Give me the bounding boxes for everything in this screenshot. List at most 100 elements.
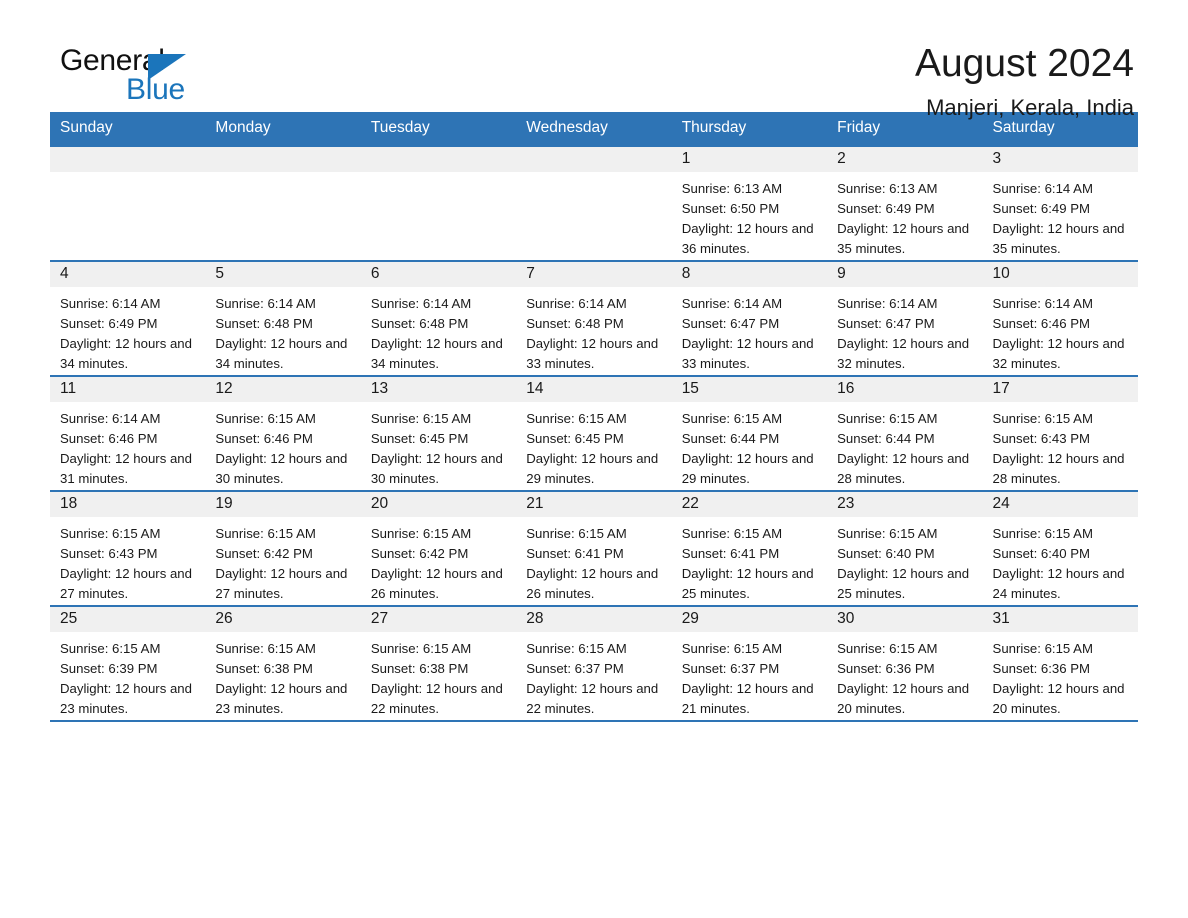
sunrise-text: Sunrise: 6:15 AM xyxy=(370,526,472,541)
week-row: 1 Sunrise: 6:13 AM Sunset: 6:50 PM Dayli… xyxy=(50,145,1138,261)
sunset-text: Sunset: 6:40 PM xyxy=(837,546,935,561)
day-cell[interactable]: 18 Sunrise: 6:15 AM Sunset: 6:43 PM Dayl… xyxy=(50,490,206,606)
sunset-text: Sunset: 6:48 PM xyxy=(215,316,313,331)
day-cell[interactable]: 9 Sunrise: 6:14 AM Sunset: 6:47 PM Dayli… xyxy=(827,260,983,376)
day-cell[interactable]: 17 Sunrise: 6:15 AM Sunset: 6:43 PM Dayl… xyxy=(982,375,1138,491)
sunrise-sunset-calendar: Sunday Monday Tuesday Wednesday Thursday… xyxy=(50,112,1138,722)
weekday-header-monday: Monday xyxy=(205,112,361,146)
day-cell[interactable] xyxy=(50,145,206,261)
day-cell[interactable]: 30 Sunrise: 6:15 AM Sunset: 6:36 PM Dayl… xyxy=(827,605,983,722)
sunset-text: Sunset: 6:37 PM xyxy=(526,661,624,676)
day-cell[interactable]: 12 Sunrise: 6:15 AM Sunset: 6:46 PM Dayl… xyxy=(205,375,361,491)
day-cell[interactable]: 15 Sunrise: 6:15 AM Sunset: 6:44 PM Dayl… xyxy=(671,375,828,491)
day-number: 13 xyxy=(360,377,517,402)
day-cell[interactable]: 8 Sunrise: 6:14 AM Sunset: 6:47 PM Dayli… xyxy=(671,260,828,376)
day-cell[interactable]: 31 Sunrise: 6:15 AM Sunset: 6:36 PM Dayl… xyxy=(982,605,1138,722)
daylight-text: Daylight: 12 hours and 30 minutes. xyxy=(215,451,348,486)
sunset-text: Sunset: 6:46 PM xyxy=(60,431,158,446)
day-number: 8 xyxy=(671,262,828,287)
day-details: Sunrise: 6:15 AM Sunset: 6:44 PM Dayligh… xyxy=(827,402,982,489)
day-cell[interactable]: 13 Sunrise: 6:15 AM Sunset: 6:45 PM Dayl… xyxy=(360,375,517,491)
daylight-text: Daylight: 12 hours and 34 minutes. xyxy=(370,336,503,371)
weekday-header-tuesday: Tuesday xyxy=(360,112,517,146)
day-details: Sunrise: 6:15 AM Sunset: 6:40 PM Dayligh… xyxy=(983,517,1138,604)
day-number: 22 xyxy=(671,492,828,517)
title-block: August 2024 Manjeri, Kerala, India xyxy=(915,44,1138,121)
day-cell[interactable]: 5 Sunrise: 6:14 AM Sunset: 6:48 PM Dayli… xyxy=(205,260,361,376)
day-cell[interactable]: 11 Sunrise: 6:14 AM Sunset: 6:46 PM Dayl… xyxy=(50,375,206,491)
sunrise-text: Sunrise: 6:13 AM xyxy=(837,181,938,196)
day-number: 2 xyxy=(827,147,983,172)
week-row: 4 Sunrise: 6:14 AM Sunset: 6:49 PM Dayli… xyxy=(50,260,1138,376)
day-cell[interactable]: 10 Sunrise: 6:14 AM Sunset: 6:46 PM Dayl… xyxy=(982,260,1138,376)
day-cell[interactable]: 20 Sunrise: 6:15 AM Sunset: 6:42 PM Dayl… xyxy=(360,490,517,606)
daylight-text: Daylight: 12 hours and 25 minutes. xyxy=(681,566,814,601)
sunrise-text: Sunrise: 6:15 AM xyxy=(215,411,316,426)
sunset-text: Sunset: 6:48 PM xyxy=(526,316,624,331)
day-cell[interactable]: 24 Sunrise: 6:15 AM Sunset: 6:40 PM Dayl… xyxy=(982,490,1138,606)
day-cell[interactable]: 2 Sunrise: 6:13 AM Sunset: 6:49 PM Dayli… xyxy=(827,145,983,261)
day-details: Sunrise: 6:14 AM Sunset: 6:49 PM Dayligh… xyxy=(50,287,205,374)
day-cell[interactable]: 27 Sunrise: 6:15 AM Sunset: 6:38 PM Dayl… xyxy=(360,605,517,722)
day-number: 10 xyxy=(982,262,1138,287)
day-cell[interactable]: 6 Sunrise: 6:14 AM Sunset: 6:48 PM Dayli… xyxy=(360,260,517,376)
generalblue-logo[interactable]: General Blue xyxy=(50,44,310,114)
day-cell[interactable]: 14 Sunrise: 6:15 AM Sunset: 6:45 PM Dayl… xyxy=(516,375,672,491)
day-cell[interactable]: 23 Sunrise: 6:15 AM Sunset: 6:40 PM Dayl… xyxy=(827,490,983,606)
daylight-text: Daylight: 12 hours and 34 minutes. xyxy=(215,336,348,371)
sunset-text: Sunset: 6:49 PM xyxy=(992,201,1091,216)
day-number: 6 xyxy=(360,262,517,287)
location-subtitle: Manjeri, Kerala, India xyxy=(926,94,1134,120)
sunrise-text: Sunrise: 6:15 AM xyxy=(215,641,316,656)
daylight-text: Daylight: 12 hours and 28 minutes. xyxy=(992,451,1125,486)
sunset-text: Sunset: 6:41 PM xyxy=(681,546,780,561)
sunset-text: Sunset: 6:39 PM xyxy=(60,661,158,676)
day-number: 24 xyxy=(982,492,1138,517)
day-cell[interactable]: 3 Sunrise: 6:14 AM Sunset: 6:49 PM Dayli… xyxy=(982,145,1138,261)
day-number: 15 xyxy=(671,377,828,402)
day-number: 5 xyxy=(205,262,361,287)
day-details: Sunrise: 6:15 AM Sunset: 6:45 PM Dayligh… xyxy=(361,402,516,489)
sunrise-text: Sunrise: 6:14 AM xyxy=(681,296,783,311)
day-cell[interactable]: 21 Sunrise: 6:15 AM Sunset: 6:41 PM Dayl… xyxy=(516,490,672,606)
day-cell[interactable]: 4 Sunrise: 6:14 AM Sunset: 6:49 PM Dayli… xyxy=(50,260,206,376)
page-header: General Blue August 2024 Manjeri, Kerala… xyxy=(50,0,1138,120)
day-cell[interactable] xyxy=(205,145,361,261)
day-details: Sunrise: 6:13 AM Sunset: 6:50 PM Dayligh… xyxy=(672,172,827,259)
day-details: Sunrise: 6:15 AM Sunset: 6:45 PM Dayligh… xyxy=(516,402,671,489)
sunrise-text: Sunrise: 6:14 AM xyxy=(992,296,1093,311)
day-number: 9 xyxy=(827,262,983,287)
day-number: 12 xyxy=(205,377,361,402)
week-row: 25 Sunrise: 6:15 AM Sunset: 6:39 PM Dayl… xyxy=(50,605,1138,722)
day-cell[interactable]: 28 Sunrise: 6:15 AM Sunset: 6:37 PM Dayl… xyxy=(516,605,672,722)
sunset-text: Sunset: 6:44 PM xyxy=(837,431,935,446)
day-cell[interactable]: 29 Sunrise: 6:15 AM Sunset: 6:37 PM Dayl… xyxy=(671,605,828,722)
day-cell[interactable] xyxy=(516,145,672,261)
sunrise-text: Sunrise: 6:15 AM xyxy=(60,526,161,541)
day-details: Sunrise: 6:15 AM Sunset: 6:38 PM Dayligh… xyxy=(205,632,360,719)
day-cell[interactable] xyxy=(360,145,517,261)
daylight-text: Daylight: 12 hours and 26 minutes. xyxy=(370,566,503,601)
daylight-text: Daylight: 12 hours and 23 minutes. xyxy=(60,681,192,716)
day-details: Sunrise: 6:15 AM Sunset: 6:41 PM Dayligh… xyxy=(516,517,671,604)
day-cell[interactable]: 19 Sunrise: 6:15 AM Sunset: 6:42 PM Dayl… xyxy=(205,490,361,606)
daylight-text: Daylight: 12 hours and 33 minutes. xyxy=(681,336,814,371)
calendar-page: General Blue August 2024 Manjeri, Kerala… xyxy=(0,0,1188,918)
daylight-text: Daylight: 12 hours and 21 minutes. xyxy=(681,681,814,716)
day-cell[interactable]: 25 Sunrise: 6:15 AM Sunset: 6:39 PM Dayl… xyxy=(50,605,206,722)
sunrise-text: Sunrise: 6:15 AM xyxy=(60,641,161,656)
day-cell[interactable]: 1 Sunrise: 6:13 AM Sunset: 6:50 PM Dayli… xyxy=(671,145,828,261)
sunset-text: Sunset: 6:45 PM xyxy=(526,431,624,446)
day-cell[interactable]: 26 Sunrise: 6:15 AM Sunset: 6:38 PM Dayl… xyxy=(205,605,361,722)
daylight-text: Daylight: 12 hours and 20 minutes. xyxy=(837,681,970,716)
day-cell[interactable]: 22 Sunrise: 6:15 AM Sunset: 6:41 PM Dayl… xyxy=(671,490,828,606)
daylight-text: Daylight: 12 hours and 28 minutes. xyxy=(837,451,970,486)
daylight-text: Daylight: 12 hours and 32 minutes. xyxy=(992,336,1125,371)
day-details: Sunrise: 6:15 AM Sunset: 6:44 PM Dayligh… xyxy=(672,402,827,489)
day-cell[interactable]: 16 Sunrise: 6:15 AM Sunset: 6:44 PM Dayl… xyxy=(827,375,983,491)
day-number: 29 xyxy=(671,607,828,632)
page-title: August 2024 xyxy=(914,42,1134,85)
sunset-text: Sunset: 6:50 PM xyxy=(681,201,780,216)
day-cell[interactable]: 7 Sunrise: 6:14 AM Sunset: 6:48 PM Dayli… xyxy=(516,260,672,376)
sunset-text: Sunset: 6:49 PM xyxy=(60,316,158,331)
